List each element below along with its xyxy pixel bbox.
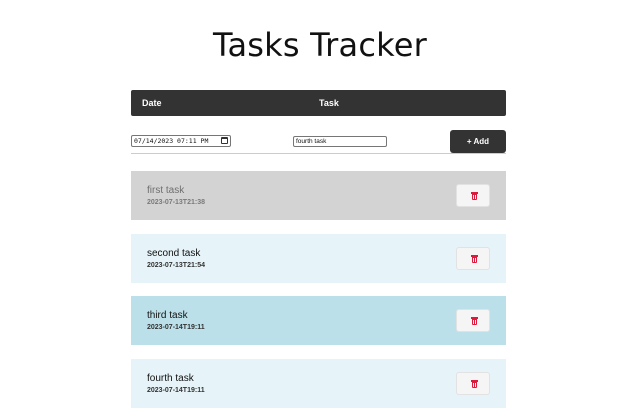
date-time-input[interactable]: 07/14/2023 07:11 PM: [131, 135, 231, 147]
task-item[interactable]: second task 2023-07-13T21:54: [131, 234, 506, 283]
task-date: 2023-07-14T19:11: [147, 324, 205, 331]
page-title: Tasks Tracker: [213, 26, 427, 64]
delete-button[interactable]: [456, 247, 490, 270]
task-date: 2023-07-13T21:38: [147, 199, 205, 206]
table-header: Date Task: [131, 90, 506, 116]
calendar-icon[interactable]: [221, 137, 228, 144]
delete-button[interactable]: [456, 372, 490, 395]
task-date: 2023-07-13T21:54: [147, 262, 205, 269]
header-task-label: Task: [319, 98, 339, 108]
task-item[interactable]: fourth task 2023-07-14T19:11: [131, 359, 506, 408]
date-time-value: 07/14/2023 07:11 PM: [134, 137, 209, 145]
task-name: fourth task: [147, 373, 194, 384]
task-input-value: fourth task: [296, 138, 327, 145]
trash-icon: [471, 192, 478, 200]
trash-icon: [471, 255, 478, 263]
task-input[interactable]: fourth task: [293, 136, 387, 147]
task-item[interactable]: first task 2023-07-13T21:38: [131, 171, 506, 220]
header-date-label: Date: [142, 98, 162, 108]
delete-button[interactable]: [456, 184, 490, 207]
task-date: 2023-07-14T19:11: [147, 387, 205, 394]
task-name: third task: [147, 310, 188, 321]
task-item[interactable]: third task 2023-07-14T19:11: [131, 296, 506, 345]
add-button[interactable]: + Add: [450, 130, 506, 153]
new-task-form: 07/14/2023 07:11 PM fourth task + Add: [131, 128, 506, 154]
trash-icon: [471, 317, 478, 325]
delete-button[interactable]: [456, 309, 490, 332]
task-name: second task: [147, 248, 201, 259]
trash-icon: [471, 380, 478, 388]
task-name: first task: [147, 185, 185, 196]
